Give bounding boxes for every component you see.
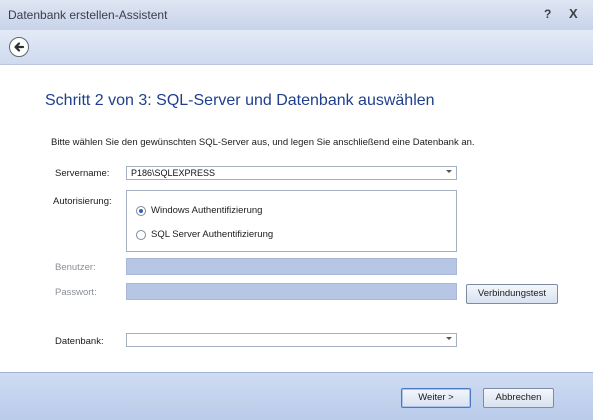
database-dropdown[interactable] (126, 333, 457, 347)
title-bar: Datenbank erstellen-Assistent ? X (0, 0, 593, 30)
user-label: Benutzer: (55, 262, 96, 273)
page-title: Schritt 2 von 3: SQL-Server und Datenban… (45, 92, 435, 109)
back-arrow-glyph (14, 42, 25, 52)
instruction-text: Bitte wählen Sie den gewünschten SQL-Ser… (51, 137, 475, 148)
chevron-down-icon (446, 337, 452, 340)
radio-button-selected[interactable] (136, 205, 146, 216)
navigation-bar (0, 30, 593, 65)
radio-label-sql: SQL Server Authentifizierung (151, 229, 274, 240)
back-arrow-icon[interactable] (9, 37, 29, 57)
user-field[interactable] (126, 258, 457, 277)
database-label: Datenbank: (55, 336, 104, 347)
help-button[interactable]: ? (544, 7, 551, 21)
servername-value: P186\SQLEXPRESS (131, 168, 216, 178)
chevron-down-icon (446, 170, 452, 173)
radio-button[interactable] (136, 229, 146, 240)
radio-label-windows: Windows Authentifizierung (151, 205, 263, 216)
auth-groupbox: Windows Authentifizierung SQL Server Aut… (126, 190, 457, 252)
servername-dropdown[interactable]: P186\SQLEXPRESS (126, 166, 457, 180)
wizard-window: Datenbank erstellen-Assistent ? X Schrit… (0, 0, 593, 420)
password-label: Passwort: (55, 287, 97, 298)
radio-windows-auth[interactable]: Windows Authentifizierung (136, 205, 262, 216)
servername-label: Servername: (55, 168, 110, 179)
auth-label: Autorisierung: (53, 196, 112, 207)
next-button[interactable]: Weiter > (401, 388, 471, 408)
window-title: Datenbank erstellen-Assistent (8, 8, 168, 22)
close-button[interactable]: X (569, 6, 578, 21)
connection-test-button[interactable]: Verbindungstest (466, 284, 558, 304)
password-input[interactable] (127, 286, 456, 302)
password-field[interactable] (126, 283, 457, 302)
user-input[interactable] (127, 261, 456, 277)
radio-sql-auth[interactable]: SQL Server Authentifizierung (136, 229, 273, 240)
footer-bar: Weiter > Abbrechen (0, 372, 593, 420)
cancel-button[interactable]: Abbrechen (483, 388, 554, 408)
